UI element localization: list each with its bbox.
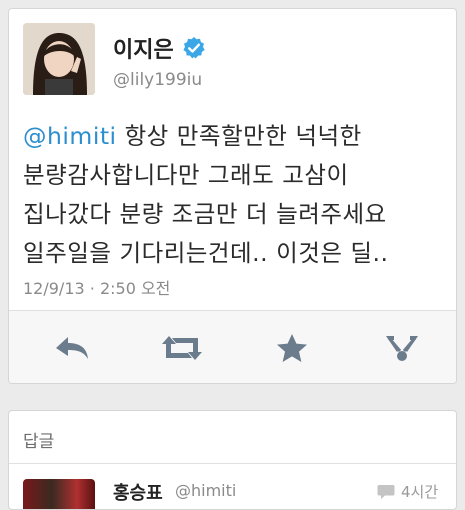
- reply-time: 4시간: [377, 481, 438, 502]
- favorite-button[interactable]: [237, 311, 347, 383]
- speech-bubble-icon: [377, 484, 395, 499]
- replies-card: 답글 홍승표 @himiti 4시간: [8, 410, 457, 510]
- tweet-line: 집나갔다 분량 조금만 더 늘려주세요: [23, 200, 387, 228]
- share-icon: [386, 336, 418, 361]
- tweet-line: 분량감사합니다만 그래도 고삼이: [23, 161, 349, 189]
- action-bar: [9, 311, 456, 383]
- tweet-line-text: 항상 만족할만한 넉넉한: [116, 122, 362, 150]
- reply-time-text: 4시간: [401, 483, 439, 501]
- reply-button[interactable]: [17, 311, 127, 383]
- reply-author-name[interactable]: 홍승표: [113, 479, 163, 505]
- divider: [9, 463, 456, 464]
- replies-title: 답글: [23, 432, 55, 452]
- retweet-icon: [162, 336, 202, 360]
- author-avatar[interactable]: [23, 23, 95, 95]
- star-icon: [277, 334, 307, 362]
- tweet-card: 이지은 @lily199iu @himiti 항상 만족할만한 넉넉한 분량감사…: [8, 8, 457, 384]
- mention-link[interactable]: @himiti: [23, 122, 117, 150]
- reply-avatar[interactable]: [23, 479, 95, 509]
- author-handle[interactable]: @lily199iu: [113, 70, 202, 90]
- author-name[interactable]: 이지은: [113, 32, 174, 64]
- more-button[interactable]: [347, 311, 456, 383]
- tweet-line: 일주일을 기다리는건데.. 이것은 딜..: [23, 239, 389, 267]
- tweet-timestamp: 12/9/13 · 2:50 오전: [23, 279, 171, 298]
- tweet-line: @himiti 항상 만족할만한 넉넉한: [23, 117, 451, 156]
- verified-badge-icon: [183, 37, 205, 59]
- tweet-text: @himiti 항상 만족할만한 넉넉한 분량감사합니다만 그래도 고삼이 집나…: [23, 117, 451, 273]
- reply-author-handle[interactable]: @himiti: [175, 481, 236, 500]
- reply-icon: [56, 337, 88, 359]
- retweet-button[interactable]: [127, 311, 237, 383]
